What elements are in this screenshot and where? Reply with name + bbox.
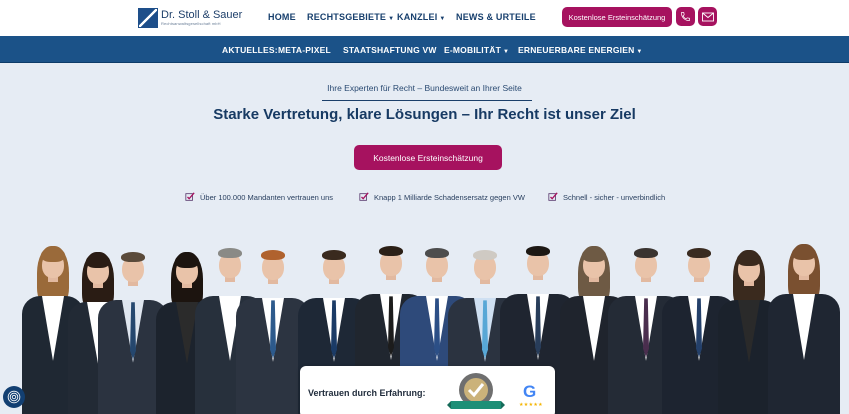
logo-name: Dr. Stoll & Sauer — [161, 9, 243, 21]
eyebrow-underline — [322, 100, 532, 101]
mail-icon — [701, 12, 714, 21]
usp-item: Über 100.000 Mandanten vertrauen uns — [185, 192, 333, 202]
chevron-down-icon: ▼ — [636, 49, 643, 55]
logo-mark-icon — [138, 8, 158, 28]
recommendation-seal-icon — [447, 373, 505, 409]
chevron-down-icon: ▼ — [439, 16, 446, 22]
hero-eyebrow: Ihre Experten für Recht – Bundesweit an … — [327, 83, 522, 93]
hero-cta-button[interactable]: Kostenlose Ersteinschätzung — [354, 145, 502, 170]
checkbox-check-icon — [548, 192, 558, 201]
trust-box: Vertrauen durch Erfahrung: G ★★★★★ — [300, 366, 555, 414]
phone-icon — [681, 12, 690, 21]
fingerprint-icon[interactable] — [3, 386, 25, 408]
logo[interactable]: Dr. Stoll & Sauer Rechtsanwaltsgesellsch… — [138, 6, 242, 30]
usp-item: Knapp 1 Milliarde Schadensersatz gegen V… — [359, 192, 525, 202]
rating-stars-icon: ★★★★★ — [519, 402, 543, 408]
header-cta-button[interactable]: Kostenlose Ersteinschätzung — [562, 7, 672, 27]
subnav-label: AKTUELLES: — [222, 45, 278, 55]
nav-news-urteile[interactable]: NEWS & URTEILE — [456, 12, 536, 22]
phone-button[interactable] — [676, 7, 695, 26]
logo-subtitle: Rechtsanwaltsgesellschaft mbH — [161, 21, 221, 26]
chevron-down-icon: ▼ — [502, 49, 510, 55]
usp-item: Schnell - sicher - unverbindlich — [548, 192, 665, 202]
team-member-figure — [768, 244, 840, 414]
site-header: Dr. Stoll & Sauer Rechtsanwaltsgesellsch… — [0, 0, 849, 36]
nav-home[interactable]: HOME — [268, 12, 296, 22]
nav-rechtsgebiete[interactable]: RECHTSGEBIETE ▼ — [307, 12, 394, 22]
nav-kanzlei[interactable]: KANZLEI ▼ — [397, 12, 446, 22]
google-icon: G — [523, 382, 537, 401]
checkbox-check-icon — [185, 192, 195, 201]
subnav-meta-pixel[interactable]: META-PIXEL — [278, 45, 331, 55]
trust-label: Vertrauen durch Erfahrung: — [308, 388, 426, 398]
chevron-down-icon: ▼ — [388, 16, 395, 22]
subnav-erneuerbare-energien[interactable]: ERNEUERBARE ENERGIEN ▼ — [518, 45, 643, 55]
subnav-e-mobilitaet[interactable]: E-MOBILITÄT ▼ — [444, 45, 509, 55]
mail-button[interactable] — [698, 7, 717, 26]
subnav-staatshaftung-vw[interactable]: STAATSHAFTUNG VW — [343, 45, 437, 55]
hero-headline: Starke Vertretung, klare Lösungen – Ihr … — [213, 106, 636, 123]
news-subnav: AKTUELLES: META-PIXEL STAATSHAFTUNG VW E… — [0, 36, 849, 63]
checkbox-check-icon — [359, 192, 369, 201]
